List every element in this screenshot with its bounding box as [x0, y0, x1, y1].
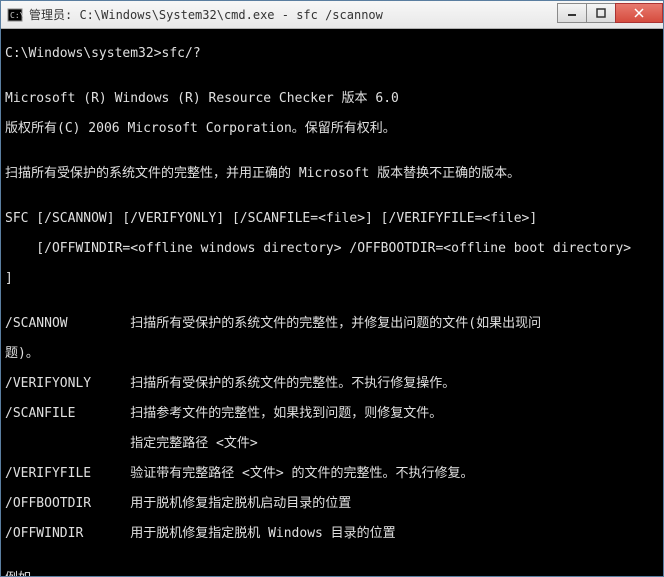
output-line: 指定完整路径 <文件> [5, 436, 659, 451]
output-line: /SCANFILE 扫描参考文件的完整性，如果找到问题，则修复文件。 [5, 406, 659, 421]
maximize-button[interactable] [586, 3, 616, 23]
output-line: 例如 [5, 571, 659, 576]
output-line: [/OFFWINDIR=<offline windows directory> … [5, 241, 659, 256]
output-line: /VERIFYONLY 扫描所有受保护的系统文件的完整性。不执行修复操作。 [5, 376, 659, 391]
window-title: 管理员: C:\Windows\System32\cmd.exe - sfc /… [29, 6, 558, 23]
close-button[interactable] [615, 3, 663, 23]
cmd-icon: C:\ [7, 7, 23, 23]
output-line: 扫描所有受保护的系统文件的完整性，并用正确的 Microsoft 版本替换不正确… [5, 166, 659, 181]
terminal-output[interactable]: C:\Windows\system32>sfc/? Microsoft (R) … [1, 29, 663, 576]
minimize-button[interactable] [557, 3, 587, 23]
titlebar[interactable]: C:\ 管理员: C:\Windows\System32\cmd.exe - s… [1, 1, 663, 29]
svg-text:C:\: C:\ [10, 11, 23, 20]
output-line: Microsoft (R) Windows (R) Resource Check… [5, 91, 659, 106]
output-line: 题)。 [5, 346, 659, 361]
output-line: /OFFWINDIR 用于脱机修复指定脱机 Windows 目录的位置 [5, 526, 659, 541]
output-line: SFC [/SCANNOW] [/VERIFYONLY] [/SCANFILE=… [5, 211, 659, 226]
prompt-line: C:\Windows\system32>sfc/? [5, 46, 659, 61]
output-line: /SCANNOW 扫描所有受保护的系统文件的完整性，并修复出问题的文件(如果出现… [5, 316, 659, 331]
cmd-window: C:\ 管理员: C:\Windows\System32\cmd.exe - s… [0, 0, 664, 577]
output-line: ] [5, 271, 659, 286]
output-line: /VERIFYFILE 验证带有完整路径 <文件> 的文件的完整性。不执行修复。 [5, 466, 659, 481]
output-line: 版权所有(C) 2006 Microsoft Corporation。保留所有权… [5, 121, 659, 136]
window-controls [558, 3, 663, 23]
output-line: /OFFBOOTDIR 用于脱机修复指定脱机启动目录的位置 [5, 496, 659, 511]
